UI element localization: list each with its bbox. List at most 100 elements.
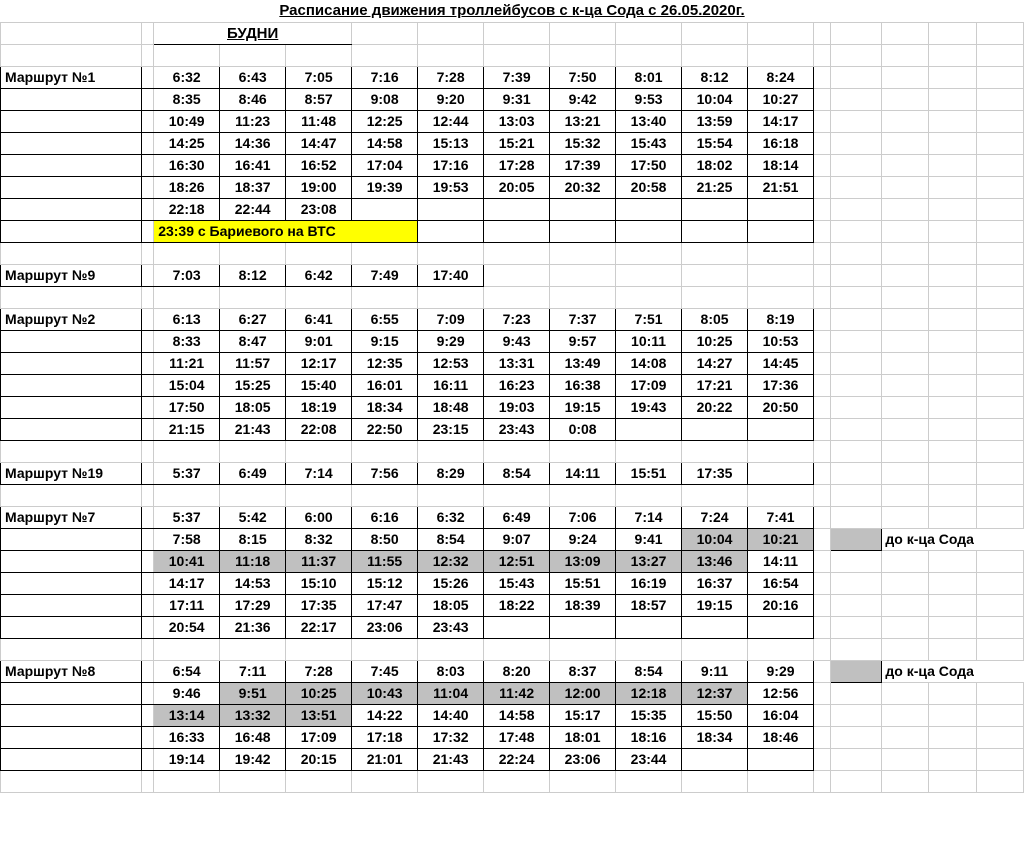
time-cell: 13:59 xyxy=(682,110,748,132)
time-cell xyxy=(550,198,616,220)
subtitle: БУДНИ xyxy=(154,22,352,44)
time-cell: 17:09 xyxy=(616,374,682,396)
time-cell: 12:25 xyxy=(352,110,418,132)
route-note: 23:39 с Бариевого на ВТС xyxy=(154,220,418,242)
time-cell: 9:46 xyxy=(154,682,220,704)
schedule-table: Расписание движения троллейбусов с к-ца … xyxy=(0,0,1024,793)
time-cell: 7:28 xyxy=(418,66,484,88)
route-label: Маршрут №8 xyxy=(1,660,142,682)
time-cell: 8:05 xyxy=(682,308,748,330)
time-cell: 23:15 xyxy=(418,418,484,440)
time-cell: 17:28 xyxy=(484,154,550,176)
time-cell: 20:50 xyxy=(748,396,814,418)
time-cell: 0:08 xyxy=(550,418,616,440)
time-cell: 7:24 xyxy=(682,506,748,528)
legend-text: до к-ца Сода xyxy=(882,660,1024,682)
time-cell: 6:49 xyxy=(484,506,550,528)
time-cell: 8:37 xyxy=(550,660,616,682)
time-cell xyxy=(748,616,814,638)
time-cell: 8:50 xyxy=(352,528,418,550)
time-cell: 10:25 xyxy=(682,330,748,352)
time-cell: 15:43 xyxy=(484,572,550,594)
time-cell xyxy=(484,616,550,638)
time-cell: 16:41 xyxy=(220,154,286,176)
time-cell: 7:37 xyxy=(550,308,616,330)
time-cell: 20:54 xyxy=(154,616,220,638)
time-cell: 17:35 xyxy=(682,462,748,484)
time-cell xyxy=(682,198,748,220)
time-cell: 15:26 xyxy=(418,572,484,594)
time-cell xyxy=(550,616,616,638)
time-cell: 19:53 xyxy=(418,176,484,198)
time-cell: 9:51 xyxy=(220,682,286,704)
time-cell: 8:29 xyxy=(418,462,484,484)
time-cell: 11:48 xyxy=(286,110,352,132)
time-cell: 18:39 xyxy=(550,594,616,616)
time-cell: 23:43 xyxy=(418,616,484,638)
time-cell: 17:47 xyxy=(352,594,418,616)
time-cell: 17:32 xyxy=(418,726,484,748)
time-cell: 16:38 xyxy=(550,374,616,396)
time-cell: 6:43 xyxy=(220,66,286,88)
time-cell: 8:20 xyxy=(484,660,550,682)
time-cell: 7:49 xyxy=(352,264,418,286)
time-cell: 13:03 xyxy=(484,110,550,132)
time-cell: 10:25 xyxy=(286,682,352,704)
time-cell: 11:21 xyxy=(154,352,220,374)
time-cell: 21:43 xyxy=(418,748,484,770)
time-cell: 12:32 xyxy=(418,550,484,572)
time-cell: 10:04 xyxy=(682,528,748,550)
time-cell: 6:16 xyxy=(352,506,418,528)
time-cell xyxy=(352,198,418,220)
time-cell: 21:25 xyxy=(682,176,748,198)
time-cell: 8:54 xyxy=(616,660,682,682)
time-cell: 15:25 xyxy=(220,374,286,396)
time-cell: 8:32 xyxy=(286,528,352,550)
time-cell: 10:53 xyxy=(748,330,814,352)
time-cell: 15:54 xyxy=(682,132,748,154)
time-cell: 7:39 xyxy=(484,66,550,88)
time-cell: 12:53 xyxy=(418,352,484,374)
time-cell: 14:53 xyxy=(220,572,286,594)
time-cell: 8:12 xyxy=(220,264,286,286)
time-cell: 12:00 xyxy=(550,682,616,704)
time-cell: 21:51 xyxy=(748,176,814,198)
time-cell: 22:18 xyxy=(154,198,220,220)
time-cell: 15:40 xyxy=(286,374,352,396)
time-cell: 13:32 xyxy=(220,704,286,726)
time-cell: 7:05 xyxy=(286,66,352,88)
time-cell: 18:46 xyxy=(748,726,814,748)
time-cell: 6:54 xyxy=(154,660,220,682)
time-cell: 8:47 xyxy=(220,330,286,352)
time-cell: 23:08 xyxy=(286,198,352,220)
time-cell: 13:49 xyxy=(550,352,616,374)
time-cell: 8:24 xyxy=(748,66,814,88)
time-cell: 18:01 xyxy=(550,726,616,748)
time-cell: 21:36 xyxy=(220,616,286,638)
time-cell: 19:43 xyxy=(616,396,682,418)
time-cell: 9:41 xyxy=(616,528,682,550)
time-cell: 18:05 xyxy=(220,396,286,418)
time-cell: 9:29 xyxy=(748,660,814,682)
time-cell: 12:17 xyxy=(286,352,352,374)
time-cell: 7:41 xyxy=(748,506,814,528)
time-cell: 22:17 xyxy=(286,616,352,638)
time-cell: 15:21 xyxy=(484,132,550,154)
time-cell: 18:37 xyxy=(220,176,286,198)
time-cell: 7:09 xyxy=(418,308,484,330)
time-cell: 7:03 xyxy=(154,264,220,286)
time-cell: 22:08 xyxy=(286,418,352,440)
route-label: Маршрут №1 xyxy=(1,66,142,88)
time-cell: 8:19 xyxy=(748,308,814,330)
time-cell: 18:05 xyxy=(418,594,484,616)
time-cell: 23:44 xyxy=(616,748,682,770)
time-cell xyxy=(682,748,748,770)
time-cell: 8:12 xyxy=(682,66,748,88)
time-cell: 9:20 xyxy=(418,88,484,110)
time-cell: 20:05 xyxy=(484,176,550,198)
time-cell: 17:35 xyxy=(286,594,352,616)
time-cell: 16:37 xyxy=(682,572,748,594)
time-cell: 15:10 xyxy=(286,572,352,594)
time-cell: 18:19 xyxy=(286,396,352,418)
time-cell: 23:06 xyxy=(550,748,616,770)
